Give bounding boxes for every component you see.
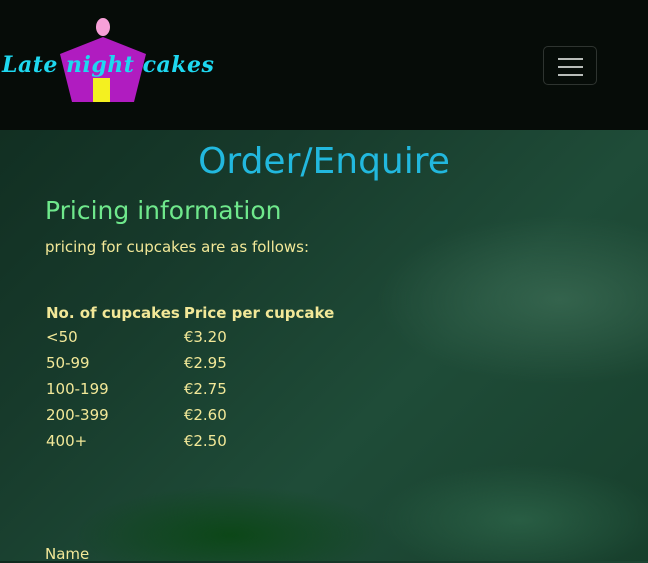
table-row: 400+ €2.50: [44, 428, 336, 454]
table-row: 200-399 €2.60: [44, 402, 336, 428]
page-title: Order/Enquire: [198, 141, 450, 182]
quantity-cell: 100-199: [46, 380, 109, 398]
price-cell: €2.60: [183, 406, 227, 424]
column-header-price: Price per cupcake: [183, 304, 335, 322]
quantity-cell: <50: [46, 328, 78, 346]
price-cell: €2.95: [183, 354, 227, 372]
section-title: Pricing information: [45, 196, 282, 225]
price-cell: €3.20: [183, 328, 227, 346]
logo-text: Late night cakes: [2, 52, 215, 78]
navbar: Late night cakes: [0, 0, 648, 130]
column-header-quantity: No. of cupcakes: [46, 304, 180, 322]
table-header-row: No. of cupcakes Price per cupcake: [44, 302, 336, 324]
quantity-cell: 200-399: [46, 406, 109, 424]
name-field-label: Name: [45, 545, 90, 563]
quantity-cell: 400+: [46, 432, 88, 450]
pricing-intro: pricing for cupcakes are as follows:: [45, 238, 310, 256]
table-row: <50 €3.20: [44, 324, 336, 350]
pricing-table: No. of cupcakes Price per cupcake <50 €3…: [44, 302, 336, 454]
table-row: 100-199 €2.75: [44, 376, 336, 402]
brand-logo-link[interactable]: Late night cakes: [0, 12, 230, 107]
quantity-cell: 50-99: [46, 354, 90, 372]
menu-toggle-button[interactable]: [543, 46, 597, 85]
price-cell: €2.50: [183, 432, 227, 450]
price-cell: €2.75: [183, 380, 227, 398]
table-row: 50-99 €2.95: [44, 350, 336, 376]
